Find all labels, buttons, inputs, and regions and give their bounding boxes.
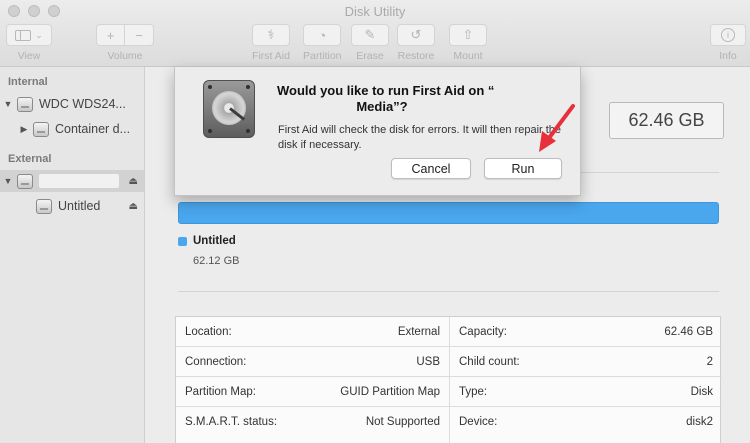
annotation-arrow-icon: [539, 104, 575, 152]
